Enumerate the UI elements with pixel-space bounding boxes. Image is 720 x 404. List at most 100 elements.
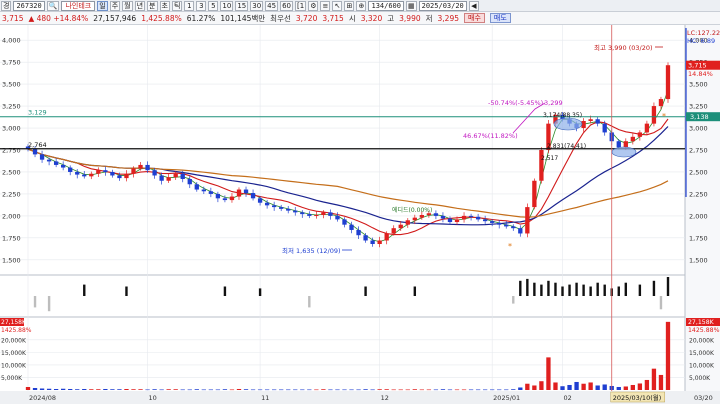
- oscillator-bar: [512, 296, 515, 304]
- volume-tick-right: 5,000K: [689, 375, 711, 382]
- volume-bar: [166, 389, 171, 390]
- volume-tick-right: 10,000K: [689, 362, 715, 369]
- candle-body: [342, 219, 347, 225]
- search-icon[interactable]: 🔍: [46, 0, 60, 11]
- buy-button[interactable]: 매수: [464, 13, 485, 23]
- volume-bar: [356, 389, 361, 391]
- interval-30[interactable]: 30: [250, 0, 264, 11]
- oscillator-bar: [638, 284, 642, 296]
- volume-bar: [314, 389, 319, 391]
- candle-body: [166, 177, 171, 181]
- candle-body: [391, 228, 396, 234]
- stock-chart[interactable]: 4,0004,0003,7503,7503,5003,5003,2503,250…: [0, 25, 720, 404]
- volume-bar: [574, 381, 579, 390]
- volume-bar: [82, 388, 87, 390]
- oscillator-bar: [533, 282, 536, 296]
- interval-1[interactable]: 1: [184, 0, 195, 11]
- candle-body: [532, 180, 537, 208]
- turnover-ratio: 61.27%: [186, 13, 216, 23]
- candle-body: [300, 212, 305, 215]
- volume-bar: [32, 387, 38, 390]
- candle-body: [440, 215, 446, 219]
- stock-code-input[interactable]: 267320: [13, 0, 45, 11]
- volume-bar: [39, 388, 45, 390]
- volume-bar: [630, 384, 635, 390]
- candle-body: [482, 219, 488, 222]
- annotation-mid: 에디드(0.00%): [392, 206, 432, 214]
- annotation-low: 최저 1,635 (12/09): [282, 246, 341, 255]
- quote-bar: 3,715 ▲ 480 +14.84% 27,157,946 1,425.88%…: [0, 12, 720, 25]
- oscillator-bar: [33, 296, 37, 308]
- period-month[interactable]: 월: [122, 0, 133, 11]
- candle-body: [363, 235, 368, 241]
- interval-45[interactable]: 45: [265, 0, 279, 11]
- oscillator-bar: [258, 288, 262, 296]
- candle-body: [103, 170, 108, 172]
- volume-bar: [490, 389, 495, 391]
- list-icon[interactable]: ≡: [320, 0, 331, 11]
- interval-10[interactable]: 10: [220, 0, 234, 11]
- volume-tick-left: 10,000K: [1, 362, 27, 369]
- candle-body: [257, 198, 263, 203]
- volume-bar: [53, 388, 59, 390]
- chevron-left-icon[interactable]: ◀: [468, 0, 479, 11]
- period-minute[interactable]: 분: [147, 0, 158, 11]
- interval-15[interactable]: 15: [235, 0, 249, 11]
- price-tick-left: 2,250: [2, 190, 21, 198]
- oscillator-bar: [575, 282, 578, 296]
- price-tick-left: 2,000: [2, 212, 21, 220]
- menu-button[interactable]: 경: [1, 0, 12, 11]
- candle-body: [595, 119, 600, 124]
- volume-bar: [644, 379, 650, 390]
- volume-bar: [398, 389, 403, 391]
- calendar-icon[interactable]: ▦: [406, 0, 417, 11]
- period-day[interactable]: 일: [97, 0, 108, 11]
- volume-bar: [194, 389, 199, 390]
- volume-bar: [553, 382, 558, 390]
- date-input[interactable]: 2025/03/20: [418, 0, 467, 11]
- volume-bar: [243, 389, 249, 390]
- price-tick-right: 1,500: [689, 256, 708, 264]
- highlight-box-a[interactable]: [553, 117, 583, 131]
- period-year[interactable]: 년: [134, 0, 146, 11]
- zoom-icon[interactable]: ⊕: [356, 0, 367, 11]
- interval-custom[interactable]: [1: [295, 0, 307, 11]
- oscillator-bar: [540, 284, 543, 296]
- volume-bar: [96, 389, 101, 390]
- candle-body: [588, 119, 593, 122]
- interval-5[interactable]: 5: [208, 0, 219, 11]
- period-tick[interactable]: 틱: [171, 0, 183, 11]
- interval-60[interactable]: 60: [280, 0, 294, 11]
- highlight-box-b[interactable]: [611, 146, 637, 158]
- period-second[interactable]: 초: [159, 0, 170, 11]
- candle-body: [264, 202, 270, 206]
- oscillator-bar: [582, 284, 585, 296]
- candle-body: [138, 164, 143, 169]
- trade-amount: 101,145백만: [220, 13, 266, 23]
- data-counter[interactable]: 134/600: [368, 0, 404, 11]
- oscillator-bar: [223, 286, 227, 296]
- candle-body: [377, 240, 382, 245]
- volume-bar: [152, 389, 157, 390]
- annotation-box-a: 3,174(88.35): [543, 112, 582, 119]
- candle-body: [433, 213, 439, 216]
- time-tick: 12: [381, 394, 389, 402]
- interval-3[interactable]: 3: [196, 0, 207, 11]
- candle-body: [82, 174, 87, 177]
- reference-b-label: 2,764: [28, 141, 47, 149]
- price-tick-right: 2,250: [689, 190, 708, 198]
- oscillator-bar: [308, 296, 311, 308]
- volume-bar: [124, 388, 129, 390]
- volume-tick-left: 15,000K: [1, 350, 27, 357]
- volume-bar: [405, 389, 410, 391]
- chart-type-icon[interactable]: ⊞: [344, 0, 355, 11]
- sell-button[interactable]: 매도: [489, 13, 511, 23]
- candle-body: [623, 141, 628, 148]
- period-week[interactable]: 주: [109, 0, 121, 11]
- candle-body: [194, 184, 199, 190]
- candle-body: [658, 99, 664, 107]
- cursor-icon[interactable]: ↖: [332, 0, 343, 11]
- candle-body: [630, 136, 635, 142]
- settings-icon[interactable]: ⚙: [308, 0, 319, 11]
- candle-body: [321, 212, 326, 216]
